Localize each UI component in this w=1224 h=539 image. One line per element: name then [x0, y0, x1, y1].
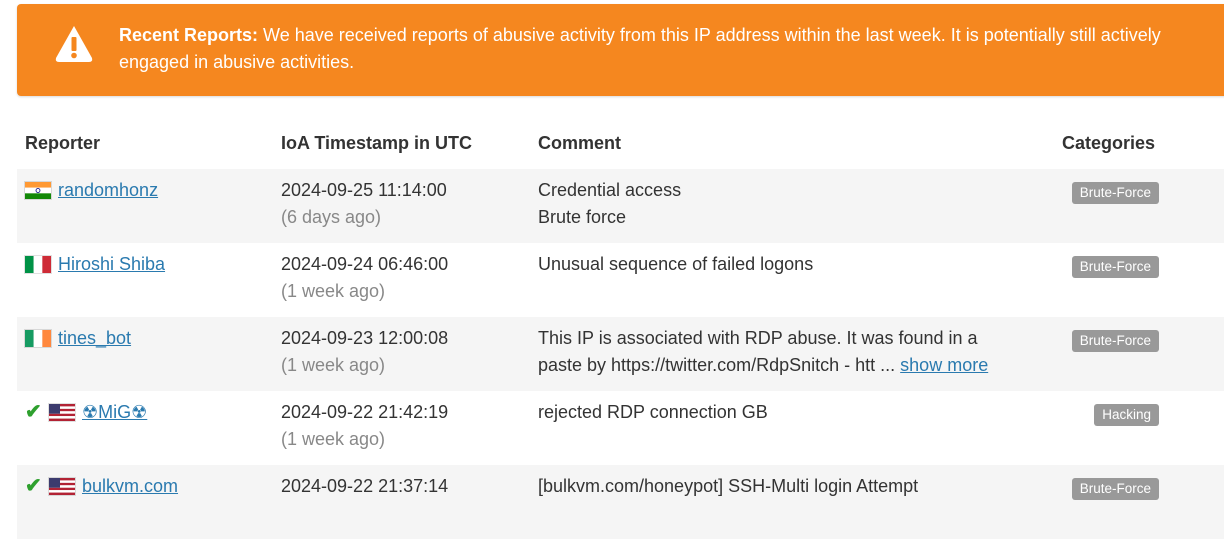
alert-text: We have received reports of abusive acti…	[119, 25, 1161, 72]
usa-flag-icon	[49, 404, 75, 421]
timestamp-value: 2024-09-24 06:46:00	[281, 254, 449, 274]
category-badge[interactable]: Brute-Force	[1071, 330, 1159, 352]
reporter-link[interactable]: bulkvm.com	[82, 473, 178, 500]
timestamp-cell: 2024-09-25 11:14:00 (6 days ago)	[281, 177, 447, 231]
alert-message: Recent Reports: We have received reports…	[119, 22, 1224, 76]
italy-flag-icon	[25, 256, 51, 273]
reporter-cell: randomhonz	[25, 177, 158, 204]
timestamp-cell: 2024-09-22 21:37:14	[281, 473, 448, 500]
timestamp-value: 2024-09-25 11:14:00	[281, 180, 447, 200]
usa-flag-icon	[49, 478, 75, 495]
category-badge[interactable]: Brute-Force	[1071, 478, 1159, 500]
table-row: tines_bot 2024-09-23 12:00:08 (1 week ago)…	[17, 317, 1224, 391]
timestamp-cell: 2024-09-23 12:00:08 (1 week ago)	[281, 325, 448, 379]
relative-time: (1 week ago)	[281, 355, 386, 375]
show-more-link[interactable]: show more	[900, 355, 988, 375]
reporter-cell: ✔ bulkvm.com	[25, 473, 178, 500]
reporter-cell: Hiroshi Shiba	[25, 251, 165, 278]
ireland-flag-icon	[25, 330, 51, 347]
reporter-link[interactable]: randomhonz	[58, 177, 158, 204]
comment-line: Credential access	[538, 180, 682, 200]
comment-cell: This IP is associated with RDP abuse. It…	[538, 325, 1038, 379]
recent-reports-alert: Recent Reports: We have received reports…	[17, 4, 1224, 96]
header-timestamp[interactable]: IoA Timestamp in UTC	[281, 133, 472, 154]
header-categories: Categories	[1062, 133, 1156, 153]
comment-cell: [bulkvm.com/honeypot] SSH-Multi login At…	[538, 473, 1038, 500]
timestamp-value: 2024-09-22 21:42:19	[281, 402, 449, 422]
category-badge[interactable]: Brute-Force	[1071, 256, 1159, 278]
comment-line-with-link: paste by https://twitter.com/RdpSnitch -…	[538, 352, 1038, 379]
relative-time: (6 days ago)	[281, 207, 382, 227]
comment-line: This IP is associated with RDP abuse. It…	[538, 328, 978, 348]
header-reporter[interactable]: Reporter	[25, 133, 100, 154]
comment-line: [bulkvm.com/honeypot] SSH-Multi login At…	[538, 476, 919, 496]
reporter-cell: ✔ ☢MiG☢	[25, 399, 147, 426]
table-row: ✔ bulkvm.com 2024-09-22 21:37:14 [bulkvm.co…	[17, 465, 1224, 539]
comment-cell: rejected RDP connection GB	[538, 399, 1038, 426]
timestamp-value: 2024-09-22 21:37:14	[281, 476, 449, 496]
table-row: Hiroshi Shiba 2024-09-24 06:46:00 (1 week …	[17, 243, 1224, 317]
table-row: ✔ ☢MiG☢ 2024-09-22 21:42:19 (1 week ago) rej…	[17, 391, 1224, 465]
reporter-link[interactable]: Hiroshi Shiba	[58, 251, 165, 278]
timestamp-value: 2024-09-23 12:00:08	[281, 328, 449, 348]
india-flag-icon	[25, 182, 51, 199]
comment-line: Unusual sequence of failed logons	[538, 254, 814, 274]
comment-cell: Unusual sequence of failed logons	[538, 251, 1038, 278]
reporter-link[interactable]: ☢MiG☢	[82, 399, 147, 426]
comment-line: paste by https://twitter.com/RdpSnitch -…	[538, 355, 896, 375]
warning-triangle-icon	[55, 26, 93, 62]
category-badge[interactable]: Brute-Force	[1071, 182, 1159, 204]
relative-time: (1 week ago)	[281, 281, 386, 301]
check-mark-icon: ✔	[25, 475, 42, 497]
reporter-cell: tines_bot	[25, 325, 131, 352]
check-mark-icon: ✔	[25, 401, 42, 423]
timestamp-cell: 2024-09-22 21:42:19 (1 week ago)	[281, 399, 448, 453]
timestamp-cell: 2024-09-24 06:46:00 (1 week ago)	[281, 251, 448, 305]
comment-line: Brute force	[538, 207, 627, 227]
comment-line: rejected RDP connection GB	[538, 402, 768, 422]
table-row: randomhonz 2024-09-25 11:14:00 (6 days ago…	[17, 169, 1224, 243]
relative-time: (1 week ago)	[281, 429, 386, 449]
category-badge[interactable]: Hacking	[1094, 404, 1159, 426]
header-comment: Comment	[538, 133, 622, 153]
reporter-link[interactable]: tines_bot	[58, 325, 131, 352]
comment-cell: Credential access Brute force	[538, 177, 1038, 231]
alert-title: Recent Reports:	[119, 25, 259, 45]
